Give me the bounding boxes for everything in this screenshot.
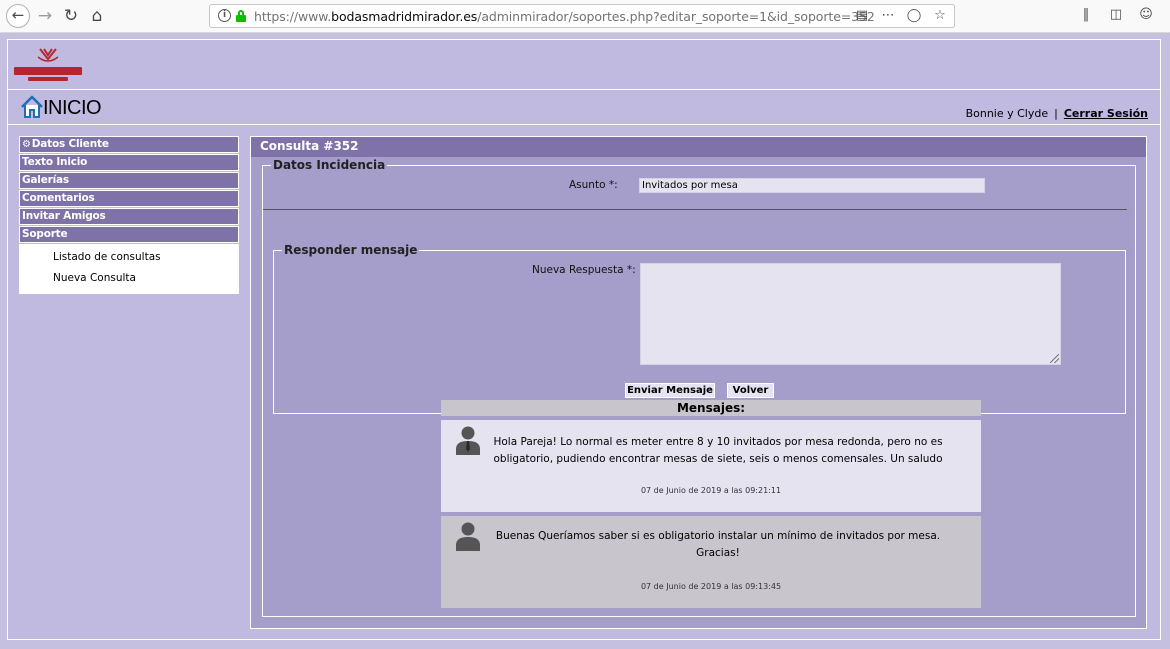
account-icon[interactable]: ☺	[1138, 7, 1154, 22]
sidebar-submenu: Listado de consultas Nueva Consulta	[19, 244, 239, 294]
nav-divider	[8, 124, 1160, 125]
gear-icon: ⚙	[22, 139, 31, 150]
enviar-mensaje-button[interactable]: Enviar Mensaje	[625, 383, 715, 398]
back-arrow-icon[interactable]: ←	[6, 4, 30, 28]
message-text: Buenas Queríamos saber si es obligatorio…	[495, 530, 941, 559]
submenu-listado-consultas[interactable]: Listado de consultas	[53, 247, 239, 268]
main-panel: Consulta #352 Datos Incidencia Asunto *:…	[250, 136, 1147, 629]
message-item: Buenas Queríamos saber si es obligatorio…	[441, 516, 981, 608]
asunto-label: Asunto *:	[569, 179, 618, 191]
pocket-icon[interactable]: ◯	[906, 8, 922, 24]
datos-incidencia-fieldset: Datos Incidencia Asunto *: Invitados por…	[262, 158, 1136, 617]
library-icon[interactable]: ‖	[1078, 7, 1094, 22]
sidebar-item-invitar-amigos[interactable]: Invitar Amigos	[19, 208, 239, 225]
browser-toolbar: ← → ↻ ⌂ i https://www.bodasmadridmirador…	[0, 0, 1170, 33]
section-divider	[263, 209, 1127, 210]
reload-icon[interactable]: ↻	[60, 5, 82, 27]
url-bar[interactable]: i https://www.bodasmadridmirador.es/admi…	[209, 4, 955, 28]
header-divider	[8, 89, 1160, 90]
forward-arrow-icon[interactable]: →	[34, 5, 56, 27]
resize-grip-icon[interactable]	[1050, 354, 1059, 363]
lock-icon[interactable]	[236, 10, 246, 22]
home-icon[interactable]: ⌂	[86, 5, 108, 27]
user-area: Bonnie y Clyde | Cerrar Sesión	[966, 107, 1148, 120]
logout-link[interactable]: Cerrar Sesión	[1064, 107, 1148, 120]
user-name: Bonnie y Clyde	[965, 107, 1049, 120]
message-date: 07 de Junio de 2019 a las 09:21:11	[640, 486, 782, 495]
home-label: INICIO	[43, 97, 102, 119]
sidebar-item-texto-inicio[interactable]: Texto Inicio	[19, 154, 239, 171]
submenu-nueva-consulta[interactable]: Nueva Consulta	[53, 268, 239, 289]
sidebar-item-datos-cliente[interactable]: ⚙Datos Cliente	[19, 136, 239, 153]
page-container: INICIO Bonnie y Clyde | Cerrar Sesión ⚙Dat…	[7, 39, 1161, 640]
user-avatar-icon	[456, 522, 480, 551]
responder-mensaje-fieldset: Responder mensaje Nueva Respuesta *: Env…	[273, 243, 1126, 414]
info-icon[interactable]: i	[218, 9, 231, 22]
message-item: Hola Pareja! Lo normal es meter entre 8 …	[441, 420, 981, 512]
house-icon	[21, 95, 43, 118]
sidebar-menu: ⚙Datos Cliente Texto Inicio Galerías Com…	[19, 136, 239, 294]
user-avatar-icon	[456, 426, 480, 455]
message-text: Hola Pareja! Lo normal es meter entre 8 …	[493, 436, 943, 465]
nueva-respuesta-textarea[interactable]	[640, 263, 1061, 365]
url-text[interactable]: https://www.bodasmadridmirador.es/adminm…	[254, 9, 875, 24]
nueva-respuesta-label: Nueva Respuesta *:	[532, 264, 636, 276]
messages-heading: Mensajes:	[441, 400, 981, 416]
reader-view-icon[interactable]: ▤	[854, 8, 870, 24]
volver-button[interactable]: Volver	[727, 383, 774, 398]
home-link[interactable]: INICIO	[20, 95, 102, 119]
datos-incidencia-legend: Datos Incidencia	[271, 158, 388, 172]
bookmark-star-icon[interactable]: ☆	[932, 8, 948, 24]
asunto-field[interactable]: Invitados por mesa	[639, 178, 985, 193]
site-logo[interactable]	[10, 45, 86, 85]
sidebar-toggle-icon[interactable]: ◫	[1108, 7, 1124, 22]
page-actions-icon[interactable]: ⋯	[880, 8, 896, 24]
page-title: Consulta #352	[251, 137, 1146, 157]
sidebar-item-galerias[interactable]: Galerías	[19, 172, 239, 189]
user-separator: |	[1054, 107, 1058, 120]
responder-mensaje-legend: Responder mensaje	[282, 243, 420, 257]
message-date: 07 de Junio de 2019 a las 09:13:45	[640, 582, 782, 591]
messages-section: Mensajes: Hola Pareja! Lo normal es mete…	[441, 400, 981, 608]
sidebar-item-comentarios[interactable]: Comentarios	[19, 190, 239, 207]
sidebar-item-soporte[interactable]: Soporte	[19, 226, 239, 243]
